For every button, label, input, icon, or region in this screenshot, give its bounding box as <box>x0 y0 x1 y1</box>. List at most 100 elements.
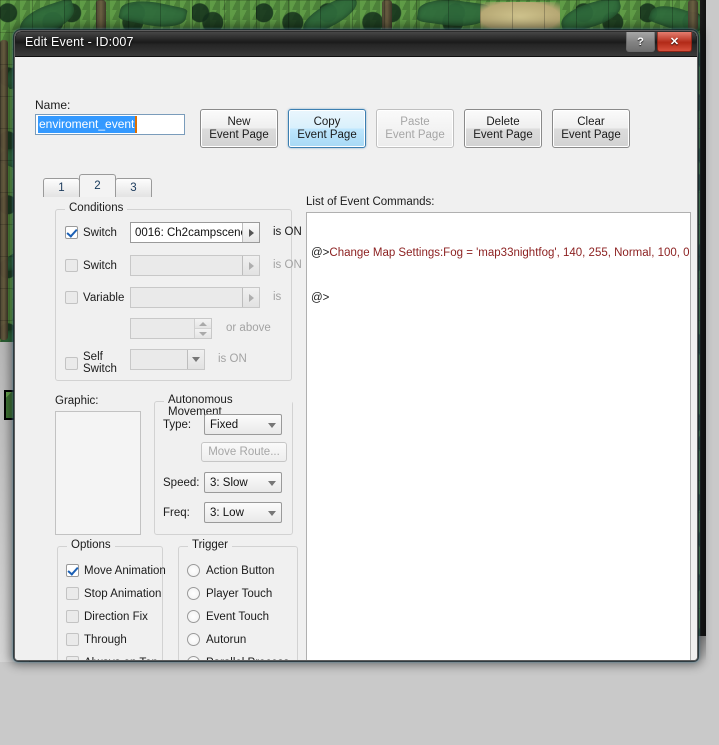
trigger-autorun[interactable]: Autorun <box>187 633 246 646</box>
condition-self-switch-suffix: is ON <box>218 353 247 365</box>
option-always-on-top-label: Always on Top <box>84 657 158 661</box>
condition-variable-label: Variable <box>83 291 125 304</box>
option-always-on-top[interactable]: Always on Top <box>66 656 158 661</box>
close-icon[interactable]: ✕ <box>657 32 692 52</box>
movement-type-value: Fixed <box>210 418 239 431</box>
event-command-row[interactable]: @>Change Map Settings:Fog = 'map33nightf… <box>311 246 690 261</box>
option-always-on-top-checkbox[interactable] <box>66 656 79 660</box>
condition-switch1-combo[interactable]: 0016: Ch2campscene <box>130 222 260 243</box>
trigger-parallel-process[interactable]: Parallel Process <box>187 656 289 661</box>
clear-event-page-button[interactable]: Clear Event Page <box>552 109 630 148</box>
paste-event-page-button: Paste Event Page <box>376 109 454 148</box>
clear-event-page-line1: Clear <box>577 115 605 128</box>
option-stop-animation-label: Stop Animation <box>84 587 162 600</box>
name-input[interactable]: enviroment_event <box>35 114 185 135</box>
clear-event-page-line2: Event Page <box>561 128 621 141</box>
chevron-down-icon <box>187 350 204 369</box>
condition-variable-combo <box>130 287 260 308</box>
move-route-button: Move Route... <box>201 442 287 462</box>
condition-switch2-suffix: is ON <box>273 259 302 271</box>
trigger-player-touch-label: Player Touch <box>206 587 273 600</box>
chevron-right-icon <box>242 256 259 275</box>
event-command-row[interactable]: @> <box>311 291 686 306</box>
condition-switch1-value: 0016: Ch2campscene <box>135 226 247 239</box>
chevron-down-icon <box>268 423 276 428</box>
condition-switch2-row: Switch <box>65 259 117 272</box>
trigger-autorun-radio[interactable] <box>187 633 200 646</box>
option-direction-fix[interactable]: Direction Fix <box>66 610 148 623</box>
option-direction-fix-checkbox[interactable] <box>66 610 79 623</box>
trigger-player-touch[interactable]: Player Touch <box>187 587 272 600</box>
condition-switch2-combo <box>130 255 260 276</box>
trigger-parallel-process-label: Parallel Process <box>206 657 289 661</box>
movement-speed-label: Speed: <box>163 477 200 489</box>
trigger-event-touch-radio[interactable] <box>187 610 200 623</box>
condition-self-switch-label-line1: Self <box>83 351 103 363</box>
copy-event-page-button[interactable]: Copy Event Page <box>288 109 366 148</box>
new-event-page-line2: Event Page <box>209 128 269 141</box>
name-input-value: enviroment_event <box>38 116 138 133</box>
trigger-action-button[interactable]: Action Button <box>187 564 274 577</box>
map-vertical-scrollbar[interactable] <box>700 0 706 660</box>
condition-self-switch-checkbox[interactable] <box>65 356 78 370</box>
delete-event-page-line1: Delete <box>486 115 520 128</box>
trigger-parallel-process-radio[interactable] <box>187 656 200 660</box>
option-through-checkbox[interactable] <box>66 633 79 646</box>
stepper-up-icon[interactable] <box>195 319 211 328</box>
option-move-animation[interactable]: Move Animation <box>66 564 166 577</box>
graphic-preview[interactable] <box>55 411 141 535</box>
condition-switch1-checkbox[interactable] <box>65 226 78 239</box>
stepper-down-icon[interactable] <box>195 328 211 338</box>
trigger-legend: Trigger <box>188 539 232 551</box>
event-command-text: Change Map Settings:Fog = 'map33nightfog… <box>329 247 691 259</box>
movement-freq-combo[interactable]: 3: Low <box>204 502 282 523</box>
movement-speed-combo[interactable]: 3: Slow <box>204 472 282 493</box>
movement-freq-value: 3: Low <box>210 506 244 519</box>
name-label: Name: <box>35 98 71 112</box>
conditions-legend: Conditions <box>65 202 128 214</box>
option-through[interactable]: Through <box>66 633 127 646</box>
event-commands-list[interactable]: @>Change Map Settings:Fog = 'map33nightf… <box>306 212 691 660</box>
window-title: Edit Event - ID:007 <box>25 35 134 49</box>
copy-event-page-line1: Copy <box>313 115 341 128</box>
condition-variable-checkbox[interactable] <box>65 291 78 304</box>
event-commands-label: List of Event Commands: <box>306 196 435 208</box>
condition-variable-suffix: is <box>273 291 282 303</box>
condition-switch2-checkbox[interactable] <box>65 259 78 272</box>
chevron-down-icon <box>268 511 276 516</box>
delete-event-page-button[interactable]: Delete Event Page <box>464 109 542 148</box>
paste-event-page-line2: Event Page <box>385 128 445 141</box>
tab-page-3[interactable]: 3 <box>115 178 152 197</box>
tab-page-1[interactable]: 1 <box>43 178 80 197</box>
trigger-player-touch-radio[interactable] <box>187 587 200 600</box>
option-direction-fix-label: Direction Fix <box>84 610 148 623</box>
new-event-page-line1: New <box>227 115 251 128</box>
event-command-marker: @> <box>311 292 330 304</box>
condition-switch1-label: Switch <box>83 226 117 239</box>
trigger-event-touch[interactable]: Event Touch <box>187 610 269 623</box>
option-move-animation-checkbox[interactable] <box>66 564 79 577</box>
movement-speed-value: 3: Slow <box>210 476 248 489</box>
tab-page-2[interactable]: 2 <box>79 174 116 197</box>
chevron-right-icon <box>242 288 259 307</box>
dialog-titlebar[interactable]: Edit Event - ID:007 ? ✕ <box>15 31 697 57</box>
copy-event-page-line2: Event Page <box>297 128 357 141</box>
condition-switch1-suffix: is ON <box>273 226 302 238</box>
condition-variable-amount-stepper[interactable] <box>130 318 212 339</box>
movement-type-label: Type: <box>163 419 192 431</box>
delete-event-page-line2: Event Page <box>473 128 533 141</box>
condition-self-switch-combo <box>130 349 205 370</box>
movement-type-combo[interactable]: Fixed <box>204 414 282 435</box>
condition-variable-amount-suffix: or above <box>226 322 271 334</box>
help-icon[interactable]: ? <box>626 32 655 52</box>
option-stop-animation[interactable]: Stop Animation <box>66 587 161 600</box>
movement-freq-label: Freq: <box>163 507 190 519</box>
option-stop-animation-checkbox[interactable] <box>66 587 79 600</box>
new-event-page-button[interactable]: New Event Page <box>200 109 278 148</box>
condition-switch1-row: Switch <box>65 226 117 239</box>
chevron-right-icon[interactable] <box>242 223 259 242</box>
trigger-action-button-label: Action Button <box>206 564 275 577</box>
option-move-animation-label: Move Animation <box>84 564 166 577</box>
event-command-marker: @> <box>311 247 330 259</box>
trigger-action-button-radio[interactable] <box>187 564 200 577</box>
